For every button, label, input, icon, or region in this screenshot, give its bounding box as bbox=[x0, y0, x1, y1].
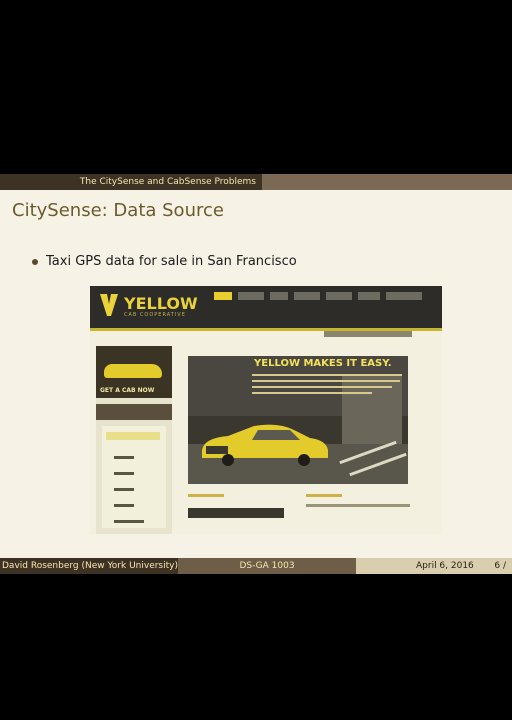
section-title: The CitySense and CabSense Problems bbox=[0, 174, 262, 190]
site-sidebar: GET A CAB NOW bbox=[96, 346, 172, 534]
hero-text-line bbox=[252, 386, 392, 388]
website-screenshot: YELLOW CAB COOPERATIVE GET A CAB NOW YEL… bbox=[90, 286, 442, 534]
nav-item bbox=[238, 292, 264, 300]
header-bar-fill bbox=[262, 174, 512, 190]
sidebar-link bbox=[114, 456, 134, 459]
nav-item bbox=[326, 292, 352, 300]
footer-text-line bbox=[306, 504, 410, 507]
sidebar-link bbox=[114, 472, 134, 475]
footer-heading bbox=[306, 494, 342, 497]
sidebar-highlight bbox=[106, 432, 160, 440]
slide-title: CitySense: Data Source bbox=[12, 200, 224, 221]
bullet-text: Taxi GPS data for sale in San Francisco bbox=[46, 254, 297, 269]
taxi-icon bbox=[104, 364, 162, 378]
site-footer-content bbox=[188, 492, 428, 532]
footer-date: April 6, 2016 bbox=[416, 561, 474, 571]
footer-page-number: 6 / bbox=[494, 561, 506, 571]
site-header: YELLOW CAB COOPERATIVE bbox=[90, 286, 442, 328]
sidebar-link bbox=[114, 520, 144, 523]
bullet-item: Taxi GPS data for sale in San Francisco bbox=[32, 254, 297, 269]
header-bar: The CitySense and CabSense Problems bbox=[0, 174, 512, 190]
cab-promo: GET A CAB NOW bbox=[96, 346, 172, 398]
nav-item-home bbox=[214, 292, 232, 300]
sidebar-heading bbox=[96, 404, 172, 420]
hero-banner: YELLOW MAKES IT EASY. bbox=[188, 356, 408, 484]
hero-text-line bbox=[252, 374, 402, 376]
logo-icon bbox=[100, 294, 118, 316]
hero-building bbox=[342, 374, 402, 444]
hero-headline: YELLOW MAKES IT EASY. bbox=[254, 358, 392, 369]
site-logo-subtitle: CAB COOPERATIVE bbox=[124, 312, 186, 318]
bullet-icon bbox=[32, 258, 38, 265]
hero-text-line bbox=[252, 380, 400, 382]
footer-heading bbox=[188, 494, 224, 497]
sidebar-menu bbox=[102, 426, 166, 528]
hero-text-line bbox=[252, 392, 372, 394]
footer-course: DS-GA 1003 bbox=[178, 558, 356, 574]
sidebar-link bbox=[114, 504, 134, 507]
footer-author: David Rosenberg (New York University) bbox=[0, 558, 178, 574]
footer-image bbox=[188, 508, 284, 518]
nav-item bbox=[294, 292, 320, 300]
slide: The CitySense and CabSense Problems City… bbox=[0, 174, 512, 574]
promo-label: GET A CAB NOW bbox=[100, 387, 155, 394]
nav-item bbox=[358, 292, 380, 300]
utility-links bbox=[324, 331, 412, 337]
footer-bar: David Rosenberg (New York University) DS… bbox=[0, 558, 512, 574]
site-logo-text: YELLOW bbox=[124, 294, 198, 313]
sidebar-link bbox=[114, 488, 134, 491]
footer-date-page: April 6, 2016 6 / bbox=[356, 558, 512, 574]
nav-item bbox=[270, 292, 288, 300]
nav-item bbox=[386, 292, 422, 300]
taxi-image bbox=[202, 424, 328, 466]
